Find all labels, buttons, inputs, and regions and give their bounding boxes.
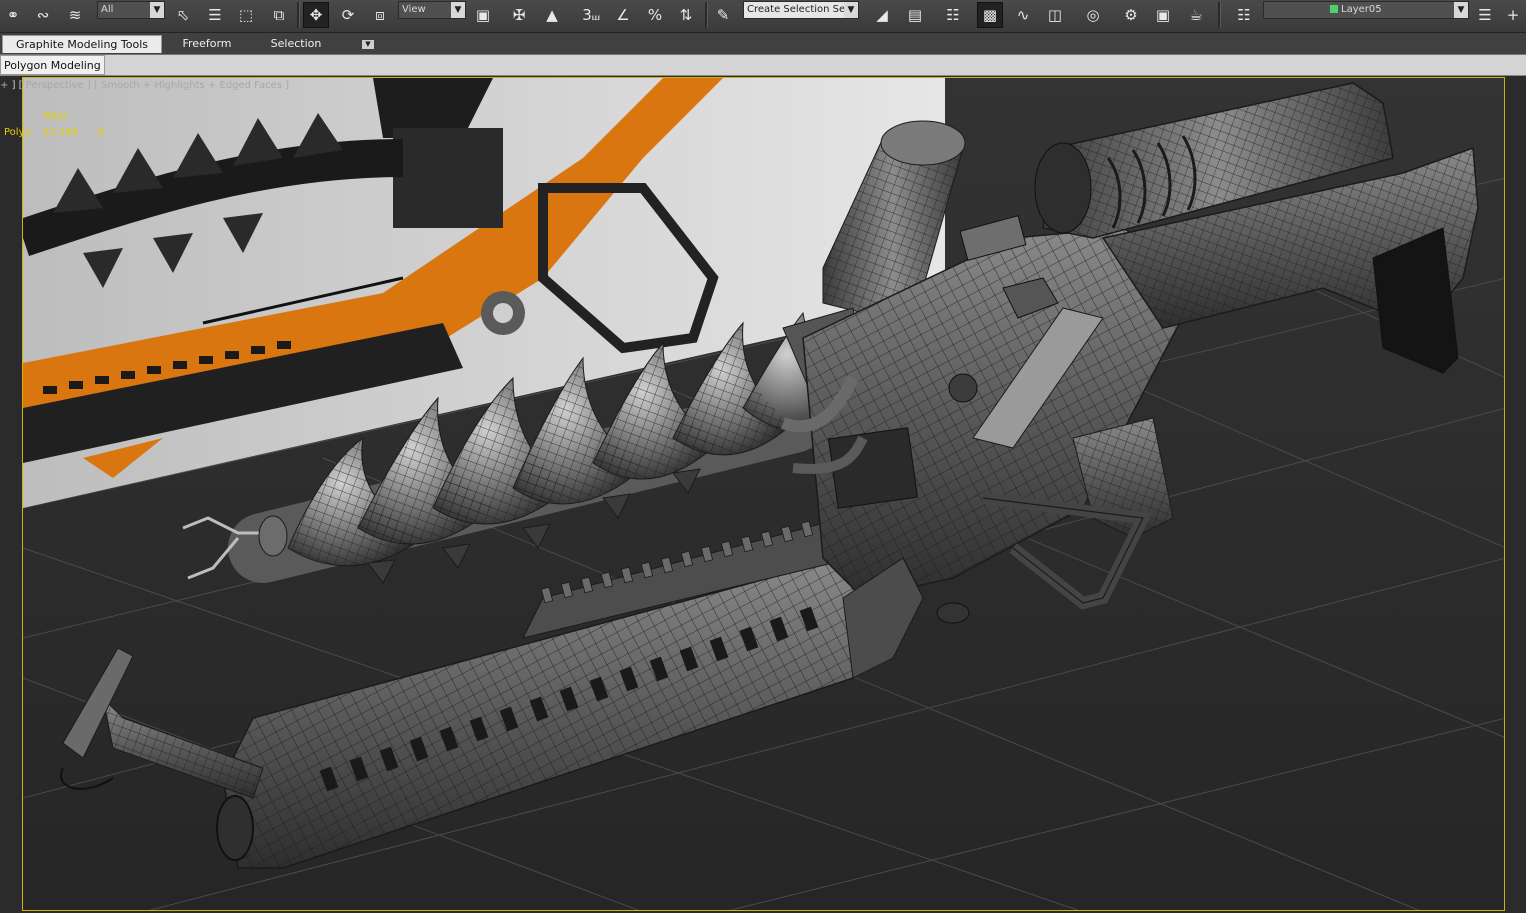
left-margin bbox=[0, 76, 22, 913]
select-object-icon[interactable]: ⬁ bbox=[170, 2, 196, 28]
snaps-toggle-icon[interactable]: 3 ⧢ bbox=[578, 2, 604, 28]
create-layer-icon[interactable]: ☰ bbox=[1472, 2, 1498, 28]
selection-filter-value: All bbox=[101, 4, 114, 15]
ref-coord-value: View bbox=[402, 4, 426, 15]
add-to-layer-icon[interactable]: + bbox=[1500, 2, 1526, 28]
named-selection-value: Create Selection Se bbox=[747, 4, 846, 15]
viewport-shading-label[interactable]: Smooth + Highlights + Edged Faces bbox=[101, 80, 282, 91]
bind-spacewarp-icon[interactable]: ≋ bbox=[62, 2, 88, 28]
tab-graphite-modeling-tools[interactable]: Graphite Modeling Tools bbox=[2, 35, 162, 53]
toolbar-separator bbox=[297, 2, 300, 28]
align-icon[interactable]: ▤ bbox=[902, 2, 928, 28]
selection-filter-dropdown[interactable]: All ▼ bbox=[97, 1, 165, 19]
rendered-frame-window-icon[interactable]: ▣ bbox=[1150, 2, 1176, 28]
stats-total-header: Total bbox=[43, 111, 67, 122]
curve-editor-icon[interactable]: ∿ bbox=[1010, 2, 1036, 28]
viewport-scene bbox=[23, 78, 1504, 910]
edit-named-selection-icon[interactable]: ✎ bbox=[710, 2, 736, 28]
stats-polys-label: Polys: bbox=[4, 127, 34, 138]
select-and-rotate-icon[interactable]: ⟳ bbox=[335, 2, 361, 28]
schematic-view-icon[interactable]: ◫ bbox=[1042, 2, 1068, 28]
tab-selection[interactable]: Selection bbox=[254, 35, 338, 53]
chevron-down-icon: ▼ bbox=[1454, 2, 1468, 18]
ribbon-panel-bar: Polygon Modeling bbox=[0, 55, 1526, 76]
layer-explorer-icon[interactable]: ☷ bbox=[940, 2, 966, 28]
select-by-name-icon[interactable]: ☰ bbox=[202, 2, 228, 28]
viewport-bracket: ] bbox=[285, 80, 290, 91]
viewport-pov-label[interactable]: Perspective bbox=[26, 80, 84, 91]
percent-snap-icon[interactable]: % bbox=[642, 2, 668, 28]
viewport-menu-plus[interactable]: + bbox=[0, 80, 8, 91]
panel-polygon-modeling[interactable]: Polygon Modeling bbox=[0, 55, 105, 75]
viewport-label[interactable]: + ] [ Perspective ] [ Smooth + Highlight… bbox=[0, 80, 289, 91]
select-and-link-icon[interactable]: ⚭ bbox=[0, 2, 26, 28]
reference-coordinate-dropdown[interactable]: View ▼ bbox=[398, 1, 466, 19]
viewport-bracket: ] [ bbox=[11, 80, 26, 91]
chevron-down-icon: ▼ bbox=[150, 2, 164, 18]
chevron-down-icon: ▼ bbox=[844, 2, 858, 18]
chevron-down-icon: ▼ bbox=[451, 2, 465, 18]
toolbar-separator bbox=[1218, 2, 1221, 28]
perspective-viewport[interactable] bbox=[22, 77, 1505, 911]
rectangular-region-icon[interactable]: ⬚ bbox=[233, 2, 259, 28]
current-layer-dropdown[interactable]: Layer05 ▼ bbox=[1263, 1, 1469, 19]
stats-polys-total: 21,280 bbox=[43, 127, 78, 138]
snap-dimension-label: 3 bbox=[582, 5, 592, 24]
stats-polys-selected: 0 bbox=[98, 127, 105, 138]
window-crossing-icon[interactable]: ⧉ bbox=[266, 2, 292, 28]
render-production-icon[interactable]: ☕ bbox=[1183, 2, 1209, 28]
toolbar-separator bbox=[705, 2, 708, 28]
main-toolbar: ⚭ ∾ ≋ All ▼ ⬁ ☰ ⬚ ⧉ ✥ ⟳ ⧈ View ▼ ▣ ✠ ▲ 3… bbox=[0, 0, 1526, 33]
toggle-ribbon-icon[interactable]: ▩ bbox=[977, 2, 1003, 28]
use-pivot-point-icon[interactable]: ▣ bbox=[470, 2, 496, 28]
manage-layers-icon[interactable]: ☷ bbox=[1231, 2, 1257, 28]
muzzle-cap bbox=[216, 795, 254, 861]
select-and-move-icon[interactable]: ✥ bbox=[303, 2, 329, 28]
current-layer-value: Layer05 bbox=[1341, 4, 1382, 15]
viewport-bracket: ] [ bbox=[86, 80, 102, 91]
tab-freeform[interactable]: Freeform bbox=[168, 35, 246, 53]
material-editor-icon[interactable]: ◎ bbox=[1080, 2, 1106, 28]
ribbon-options-icon[interactable]: ▼ bbox=[362, 40, 374, 49]
layer-color-icon bbox=[1330, 5, 1338, 13]
select-and-scale-icon[interactable]: ⧈ bbox=[367, 2, 393, 28]
keyboard-shortcut-override-icon[interactable]: ▲ bbox=[539, 2, 565, 28]
spinner-snap-icon[interactable]: ⇅ bbox=[673, 2, 699, 28]
unlink-selection-icon[interactable]: ∾ bbox=[30, 2, 56, 28]
render-setup-icon[interactable]: ⚙ bbox=[1118, 2, 1144, 28]
named-selection-set-dropdown[interactable]: Create Selection Se ▼ bbox=[743, 1, 859, 19]
select-manipulate-icon[interactable]: ✠ bbox=[506, 2, 532, 28]
mirror-icon[interactable]: ◢ bbox=[869, 2, 895, 28]
ribbon-tab-bar: Graphite Modeling Tools Freeform Selecti… bbox=[0, 33, 1526, 55]
angle-snap-icon[interactable]: ∠ bbox=[610, 2, 636, 28]
